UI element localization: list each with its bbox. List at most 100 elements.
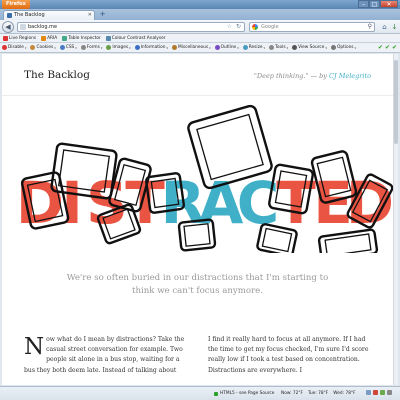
bookmark-label: Table Inspector xyxy=(68,35,101,41)
validation-status: ✔ ✔ ✔ xyxy=(378,44,397,51)
dev-images-menu[interactable]: Images ▾ xyxy=(106,45,131,50)
dev-disable-menu[interactable]: Disable ▾ xyxy=(2,45,26,50)
dev-information-menu[interactable]: Information ▾ xyxy=(134,45,168,50)
bookmark-colour-contrast[interactable]: Colour Contrast Analyser xyxy=(105,35,166,41)
css-valid-check-icon[interactable]: ✔ xyxy=(378,44,383,51)
bookmark-aria[interactable]: ARIA xyxy=(41,35,58,41)
status-bar: HTML5 - see Page Source Now: 72°F Tue: 7… xyxy=(0,386,400,400)
bookmark-icon xyxy=(105,35,111,41)
chevron-down-icon: ▾ xyxy=(325,45,327,50)
dev-view-source-menu[interactable]: View Source ▾ xyxy=(292,45,327,50)
reload-icon[interactable]: ↻ xyxy=(236,23,241,31)
dev-miscellaneous-menu[interactable]: Miscellaneous ▾ xyxy=(172,45,211,50)
new-tab-button[interactable]: + xyxy=(98,11,107,19)
html5-status-text: HTML5 - see Page Source xyxy=(220,391,275,396)
article-body: Now what do I mean by distractions? Take… xyxy=(24,335,371,376)
weather-wed: Wed: 78°F xyxy=(333,391,356,396)
dev-menu-label: Outline xyxy=(220,45,237,50)
dev-resize-menu[interactable]: Resize ▾ xyxy=(242,45,265,50)
navigation-toolbar: ◀ backlog.me ☆ ↻ Google ⚲ ⌂ ↓ xyxy=(0,20,400,34)
bookmark-table-inspector[interactable]: Table Inspector xyxy=(62,35,101,41)
bookmark-star-icon[interactable]: ☆ xyxy=(227,23,232,31)
google-icon[interactable] xyxy=(252,24,258,30)
addon-icon[interactable] xyxy=(373,390,378,395)
html5-check-icon xyxy=(214,391,218,396)
bookmark-icon xyxy=(41,35,47,41)
article-column-right: I find it really hard to focus at all an… xyxy=(208,335,370,376)
back-button[interactable]: ◀ xyxy=(2,21,14,33)
article-text-left: ow what do I mean by distractions? Take … xyxy=(24,336,185,374)
site-title[interactable]: The Backlog xyxy=(24,69,90,81)
minimize-button[interactable]: – xyxy=(358,0,369,8)
tab-the-backlog[interactable]: The Backlog ✕ xyxy=(3,10,95,20)
chevron-down-icon: ▾ xyxy=(209,45,211,50)
dev-outline-menu[interactable]: Outline ▾ xyxy=(214,45,239,50)
dev-menu-label: CSS xyxy=(65,45,75,50)
url-bar[interactable]: backlog.me ☆ ↻ xyxy=(17,22,245,32)
page-viewport: The Backlog "Deep thinking." — by CJ Mel… xyxy=(2,54,398,385)
dev-menu-label: Resize xyxy=(248,45,263,50)
html5-validator-status[interactable]: HTML5 - see Page Source xyxy=(214,391,274,396)
outline-icon xyxy=(214,45,220,50)
bookmark-label: ARIA xyxy=(47,35,58,41)
disable-icon xyxy=(2,45,7,50)
vertical-scrollbar[interactable] xyxy=(393,54,398,385)
addon-icon[interactable] xyxy=(366,390,371,395)
bookmark-label: Colour Contrast Analyser xyxy=(111,35,166,41)
tab-title: The Backlog xyxy=(14,12,45,18)
close-window-button[interactable]: ✕ xyxy=(380,0,398,8)
search-icon[interactable]: ⚲ xyxy=(368,23,372,31)
chevron-down-icon: ▾ xyxy=(100,45,103,50)
addon-icon[interactable] xyxy=(387,390,392,395)
hero-letter: T xyxy=(125,169,165,237)
site-tagline: "Deep thinking." — by CJ Melegrito xyxy=(254,72,371,80)
chevron-down-icon: ▾ xyxy=(166,45,168,50)
bookmarks-toolbar: Live Regions ARIA Table Inspector Colour… xyxy=(0,34,400,43)
download-icon[interactable]: ↓ xyxy=(390,22,399,32)
dev-menu-label: Options xyxy=(336,45,354,50)
site-identity-icon[interactable] xyxy=(20,24,26,30)
dev-tools-menu[interactable]: Tools ▾ xyxy=(269,45,288,50)
dev-menu-label: Images xyxy=(112,45,129,50)
dev-menu-label: Information xyxy=(140,45,166,50)
tagline-text: "Deep thinking." — by xyxy=(253,72,327,80)
bookmark-live-regions[interactable]: Live Regions xyxy=(3,35,36,41)
dev-options-menu[interactable]: Options ▾ xyxy=(330,45,357,50)
author-link[interactable]: CJ Melegrito xyxy=(329,72,371,80)
chevron-down-icon: ▾ xyxy=(263,45,265,50)
drop-cap: N xyxy=(24,334,45,360)
distracted-hero-svg: D I S T R A C T E D xyxy=(16,104,393,253)
dev-cookies-menu[interactable]: Cookies ▾ xyxy=(30,45,56,50)
chevron-down-icon: ▾ xyxy=(54,45,56,50)
chevron-down-icon: ▾ xyxy=(354,45,357,50)
bookmark-icon xyxy=(3,35,8,41)
resize-icon xyxy=(242,45,248,50)
weather-forecast[interactable]: Now: 72°F Tue: 78°F Wed: 78°F xyxy=(281,391,356,396)
hero-word: D I S T R A C T E D xyxy=(16,169,393,237)
chevron-down-icon: ▾ xyxy=(24,45,27,50)
tools-icon xyxy=(269,45,274,50)
js-valid-check-icon[interactable]: ✔ xyxy=(385,44,390,51)
web-developer-toolbar: Disable ▾ Cookies ▾ CSS ▾ Forms ▾ Images ▾ In… xyxy=(0,43,400,53)
hero-illustration: D I S T R A C T E D xyxy=(2,97,393,253)
dev-css-menu[interactable]: CSS ▾ xyxy=(59,45,77,50)
intro-paragraph: We're so often buried in our distraction… xyxy=(66,273,329,296)
addon-icon[interactable] xyxy=(380,390,385,395)
maximize-button[interactable]: □ xyxy=(369,0,380,8)
site-favicon-icon xyxy=(7,13,12,18)
hero-letter: S xyxy=(86,169,128,237)
weather-now: Now: 72°F xyxy=(281,391,304,396)
info-icon xyxy=(134,45,140,50)
scrollbar-thumb[interactable] xyxy=(394,60,398,144)
dev-menu-label: Miscellaneous xyxy=(178,45,209,50)
image-icon xyxy=(106,45,112,50)
dev-menu-label: View Source xyxy=(298,45,325,50)
dev-forms-menu[interactable]: Forms ▾ xyxy=(80,45,103,50)
home-icon[interactable]: ⌂ xyxy=(380,22,389,32)
search-input[interactable]: Google ⚲ xyxy=(249,22,375,32)
html-valid-check-icon[interactable]: ✔ xyxy=(392,44,397,51)
firefox-menu-button[interactable]: Firefox xyxy=(2,0,30,9)
chevron-down-icon: ▾ xyxy=(286,45,289,50)
cookie-icon xyxy=(30,45,36,50)
tab-close-icon[interactable]: ✕ xyxy=(88,11,92,20)
